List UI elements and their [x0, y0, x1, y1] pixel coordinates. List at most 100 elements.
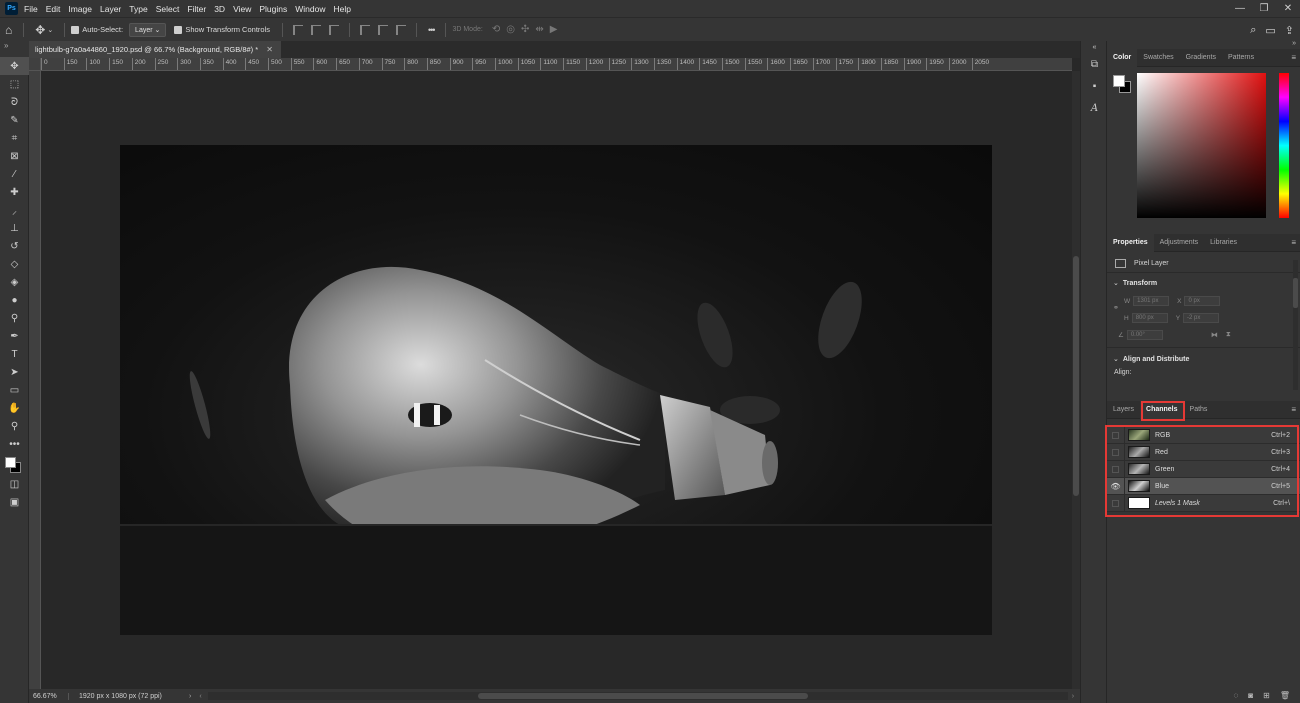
color-panel-swatches[interactable]: [1113, 75, 1133, 95]
channel-row-levels-mask[interactable]: Levels 1 Mask Ctrl+\: [1107, 494, 1300, 512]
menu-help[interactable]: Help: [333, 4, 350, 14]
menu-image[interactable]: Image: [68, 4, 92, 14]
dodge-tool-icon[interactable]: ⚲: [0, 309, 29, 327]
height-field[interactable]: 800 px: [1131, 313, 1168, 323]
history-brush-tool-icon[interactable]: ↺: [0, 237, 29, 255]
clone-stamp-tool-icon[interactable]: ⊥: [0, 219, 29, 237]
x-field[interactable]: 0 px: [1184, 296, 1221, 306]
menu-file[interactable]: File: [24, 4, 38, 14]
align-right-icon[interactable]: [329, 24, 339, 35]
glyphs-panel-icon[interactable]: A: [1081, 97, 1108, 119]
comments-panel-icon[interactable]: ▪: [1081, 75, 1108, 97]
vertical-scrollbar[interactable]: [1072, 71, 1080, 689]
new-channel-icon[interactable]: ⊞: [1263, 691, 1270, 700]
workspace-icon[interactable]: ▭: [1265, 24, 1275, 37]
link-icon[interactable]: ⚭: [1113, 304, 1119, 312]
visibility-toggle[interactable]: [1107, 494, 1125, 512]
toolbar-collapse-handle[interactable]: »: [0, 41, 29, 57]
search-icon[interactable]: ⌕: [1250, 24, 1256, 37]
delete-channel-icon[interactable]: 🗑: [1280, 691, 1290, 700]
drag-3d-icon[interactable]: ✣: [521, 24, 529, 35]
blur-tool-icon[interactable]: ●: [0, 291, 29, 309]
panel-menu-icon[interactable]: ≡: [1291, 405, 1296, 414]
tab-layers[interactable]: Layers: [1107, 401, 1140, 419]
quick-select-tool-icon[interactable]: ✎: [0, 111, 29, 129]
hand-tool-icon[interactable]: ✋: [0, 399, 29, 417]
scrollbar-thumb[interactable]: [1073, 256, 1079, 496]
save-selection-icon[interactable]: ◙: [1248, 691, 1253, 700]
collapse-icon[interactable]: »: [1292, 40, 1296, 47]
channel-row-red[interactable]: Red Ctrl+3: [1107, 443, 1300, 461]
align-section-header[interactable]: ⌄ Align and Distribute: [1113, 355, 1189, 364]
visibility-toggle[interactable]: [1107, 443, 1125, 461]
quick-mask-icon[interactable]: ◫: [0, 475, 29, 493]
menu-select[interactable]: Select: [156, 4, 180, 14]
edit-toolbar-icon[interactable]: •••: [0, 435, 29, 453]
visibility-toggle[interactable]: [1107, 426, 1125, 444]
tab-color[interactable]: Color: [1107, 48, 1138, 67]
marquee-tool-icon[interactable]: ⬚: [0, 75, 29, 93]
menu-plugins[interactable]: Plugins: [259, 4, 287, 14]
visibility-toggle[interactable]: 👁: [1107, 477, 1125, 495]
angle-field[interactable]: 0.00°: [1126, 330, 1163, 340]
move-tool-preset-icon[interactable]: ✥: [35, 23, 45, 37]
minimize-button[interactable]: —: [1228, 0, 1252, 17]
screen-mode-icon[interactable]: ▣: [0, 493, 29, 511]
type-tool-icon[interactable]: T: [0, 345, 29, 363]
crop-tool-icon[interactable]: ⌗: [0, 129, 29, 147]
slide-3d-icon[interactable]: ⇹: [535, 24, 543, 35]
close-icon[interactable]: ✕: [266, 45, 273, 54]
foreground-color-swatch[interactable]: [5, 457, 16, 468]
home-icon[interactable]: ⌂: [5, 23, 12, 37]
tab-paths[interactable]: Paths: [1184, 401, 1214, 419]
document-image[interactable]: [120, 145, 992, 635]
eyedropper-tool-icon[interactable]: ⁄: [0, 165, 29, 183]
scrollbar-thumb[interactable]: [477, 693, 808, 699]
tab-patterns[interactable]: Patterns: [1222, 49, 1260, 67]
menu-type[interactable]: Type: [129, 4, 147, 14]
align-bottom-icon[interactable]: [396, 24, 406, 35]
canvas-area[interactable]: [41, 71, 1072, 689]
flip-vertical-icon[interactable]: ⧗: [1226, 331, 1231, 339]
properties-scrollbar[interactable]: [1293, 260, 1298, 390]
move-tool-icon[interactable]: ✥: [0, 57, 29, 75]
channel-row-blue[interactable]: 👁 Blue Ctrl+5: [1107, 477, 1300, 495]
more-options-button[interactable]: •••: [428, 25, 436, 35]
chevron-right-icon[interactable]: ›: [189, 693, 191, 700]
panel-menu-icon[interactable]: ≡: [1291, 53, 1296, 62]
foreground-color-swatch[interactable]: [1113, 75, 1125, 87]
share-icon[interactable]: ⇪: [1285, 24, 1294, 37]
tab-properties[interactable]: Properties: [1107, 233, 1154, 252]
chevron-left-icon[interactable]: ‹: [199, 693, 201, 700]
transform-section-header[interactable]: ⌄ Transform: [1113, 279, 1157, 288]
align-top-icon[interactable]: [360, 24, 370, 35]
healing-brush-tool-icon[interactable]: ✚: [0, 183, 29, 201]
zoom-level[interactable]: 66.67%: [29, 692, 69, 700]
panel-menu-icon[interactable]: ≡: [1291, 238, 1296, 247]
frame-tool-icon[interactable]: ⊠: [0, 147, 29, 165]
color-picker-field[interactable]: [1137, 73, 1266, 218]
collapse-icon[interactable]: «: [1081, 41, 1108, 53]
tab-gradients[interactable]: Gradients: [1180, 49, 1222, 67]
pen-tool-icon[interactable]: ✒: [0, 327, 29, 345]
scrollbar-thumb[interactable]: [1293, 278, 1298, 308]
tab-libraries[interactable]: Libraries: [1204, 234, 1243, 252]
brush-tool-icon[interactable]: ⸝: [0, 201, 29, 219]
lasso-tool-icon[interactable]: ᘐ: [0, 93, 29, 111]
load-selection-icon[interactable]: ◌: [1234, 691, 1239, 700]
paint-bucket-tool-icon[interactable]: ◈: [0, 273, 29, 291]
roll-3d-icon[interactable]: ◎: [506, 24, 515, 35]
menu-edit[interactable]: Edit: [46, 4, 61, 14]
show-transform-checkbox[interactable]: Show Transform Controls: [174, 25, 270, 34]
path-selection-tool-icon[interactable]: ➤: [0, 363, 29, 381]
chevron-right-icon[interactable]: ›: [1072, 693, 1074, 700]
channel-row-green[interactable]: Green Ctrl+4: [1107, 460, 1300, 478]
chevron-down-icon[interactable]: ⌄: [47, 26, 53, 34]
tab-swatches[interactable]: Swatches: [1137, 49, 1179, 67]
rectangle-tool-icon[interactable]: ▭: [0, 381, 29, 399]
history-panel-icon[interactable]: ⧉: [1081, 53, 1108, 75]
menu-layer[interactable]: Layer: [100, 4, 121, 14]
color-swatches[interactable]: [0, 453, 29, 475]
flip-horizontal-icon[interactable]: ⧓: [1211, 331, 1218, 339]
hue-slider[interactable]: [1279, 73, 1289, 218]
